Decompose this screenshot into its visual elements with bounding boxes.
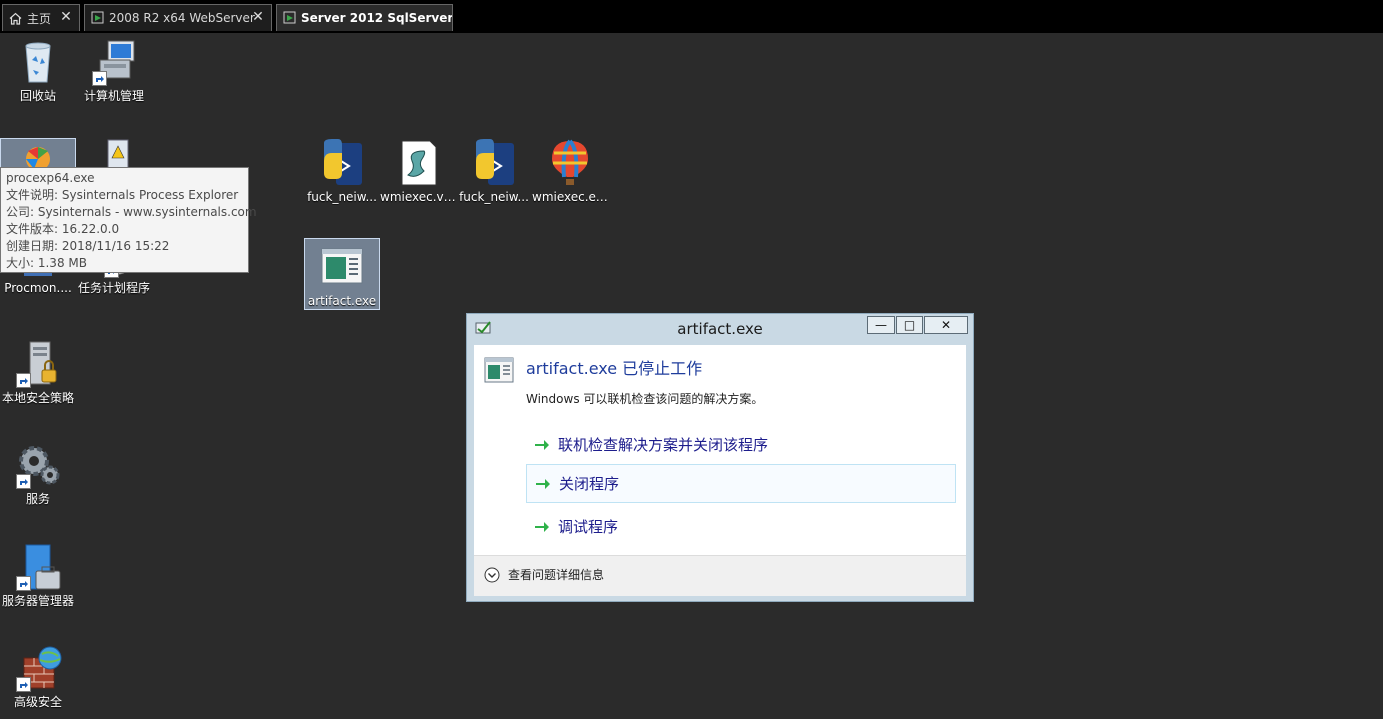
shortcut-arrow-icon bbox=[16, 677, 31, 692]
error-dialog: artifact.exe — □ ✕ artifact.exe 已停止工作 Wi… bbox=[466, 313, 974, 602]
tooltip-filename: procexp64.exe bbox=[6, 171, 95, 185]
server-manager-icon bbox=[14, 543, 62, 591]
firewall-icon bbox=[14, 644, 62, 692]
tooltip-size: 大小: 1.38 MB bbox=[6, 256, 87, 270]
tooltip-created: 创建日期: 2018/11/16 15:22 bbox=[6, 239, 170, 253]
desktop-icon-computer-management[interactable]: 计算机管理 bbox=[76, 38, 152, 104]
tab-webserver[interactable]: 2008 R2 x64 WebServer ✕ bbox=[84, 4, 272, 31]
icon-label: fuck_neiw... bbox=[307, 190, 377, 204]
tab-bar: 主页 ✕ 2008 R2 x64 WebServer ✕ Server 2012… bbox=[0, 0, 1383, 33]
shortcut-arrow-icon bbox=[16, 373, 31, 388]
desktop-icon-services[interactable]: 服务 bbox=[0, 441, 76, 507]
icon-label: 本地安全策略 bbox=[1, 391, 74, 405]
chevron-down-icon bbox=[484, 567, 500, 582]
desktop-icon-wmiexec-exe[interactable]: wmiexec.exe bbox=[532, 139, 608, 205]
desktop-icon-wmiexec-vbs[interactable]: wmiexec.vbs bbox=[380, 139, 456, 205]
tab-label: Server 2012 SqlServer bbox=[301, 11, 452, 25]
desktop-icon-python-2[interactable]: fuck_neiw... bbox=[456, 139, 532, 205]
check-online-and-close-link[interactable]: 联机检查解决方案并关闭该程序 bbox=[526, 425, 956, 464]
dialog-description: Windows 可以联机检查该问题的解决方案。 bbox=[526, 392, 764, 406]
desktop-icon-firewall[interactable]: 高级安全 Windows... bbox=[0, 644, 76, 710]
desktop-icon-server-manager[interactable]: 服务器管理器 bbox=[0, 543, 76, 609]
services-gear-icon bbox=[14, 441, 62, 489]
exe-window-icon bbox=[484, 357, 514, 387]
green-arrow-icon bbox=[536, 478, 550, 489]
green-arrow-icon bbox=[535, 439, 549, 450]
vm-icon bbox=[91, 11, 105, 25]
tab-home[interactable]: 主页 ✕ bbox=[2, 4, 80, 31]
recycle-bin-icon bbox=[14, 38, 62, 86]
local-security-policy-icon bbox=[14, 340, 62, 388]
icon-label: 服务 bbox=[25, 492, 50, 506]
green-arrow-icon bbox=[535, 521, 549, 532]
desktop-icon-artifact-exe[interactable]: artifact.exe bbox=[304, 238, 380, 310]
debug-program-link[interactable]: 调试程序 bbox=[526, 507, 956, 546]
balloon-icon bbox=[546, 139, 594, 187]
icon-label: wmiexec.exe bbox=[532, 190, 608, 204]
python-icon bbox=[470, 139, 518, 187]
tooltip-company: 公司: Sysinternals - www.sysinternals.com bbox=[6, 205, 257, 219]
close-button[interactable]: ✕ bbox=[924, 316, 968, 334]
minimize-button[interactable]: — bbox=[867, 316, 895, 334]
dialog-heading: artifact.exe 已停止工作 bbox=[526, 359, 703, 378]
computer-management-icon bbox=[90, 38, 138, 86]
icon-label: fuck_neiw... bbox=[459, 190, 529, 204]
exe-window-icon bbox=[318, 243, 366, 291]
icon-label: artifact.exe bbox=[307, 294, 377, 308]
tooltip-description: 文件说明: Sysinternals Process Explorer bbox=[6, 188, 239, 202]
command-label: 联机检查解决方案并关闭该程序 bbox=[558, 436, 769, 454]
icon-label: 任务计划程序 bbox=[77, 281, 150, 295]
icon-label: 回收站 bbox=[19, 89, 56, 103]
python-icon bbox=[318, 139, 366, 187]
shortcut-arrow-icon bbox=[16, 576, 31, 591]
minimize-icon: — bbox=[875, 318, 887, 332]
dialog-content: artifact.exe 已停止工作 Windows 可以联机检查该问题的解决方… bbox=[474, 345, 966, 596]
close-program-link[interactable]: 关闭程序 bbox=[526, 464, 956, 503]
tab-label: 2008 R2 x64 WebServer bbox=[109, 11, 255, 25]
shortcut-arrow-icon bbox=[92, 71, 107, 86]
close-icon: ✕ bbox=[940, 318, 952, 332]
icon-label: 计算机管理 bbox=[83, 89, 144, 103]
vm-icon bbox=[283, 11, 297, 25]
command-label: 调试程序 bbox=[558, 518, 619, 536]
dialog-footer: 查看问题详细信息 bbox=[474, 555, 966, 596]
desktop-icon-python-1[interactable]: fuck_neiw... bbox=[304, 139, 380, 205]
view-problem-details[interactable]: 查看问题详细信息 bbox=[484, 566, 604, 583]
icon-label: 高级安全 Windows... bbox=[13, 695, 62, 709]
command-label: 关闭程序 bbox=[559, 475, 620, 493]
maximize-icon: □ bbox=[903, 318, 916, 332]
close-icon[interactable]: ✕ bbox=[59, 10, 73, 24]
maximize-button[interactable]: □ bbox=[896, 316, 923, 334]
vbs-script-icon bbox=[394, 139, 442, 187]
desktop-icon-recycle-bin[interactable]: 回收站 bbox=[0, 38, 76, 104]
icon-label: 服务器管理器 bbox=[1, 594, 74, 608]
tab-sqlserver[interactable]: Server 2012 SqlServer bbox=[276, 4, 453, 31]
home-icon bbox=[9, 11, 23, 25]
shortcut-arrow-icon bbox=[16, 474, 31, 489]
file-info-tooltip: procexp64.exe 文件说明: Sysinternals Process… bbox=[0, 167, 257, 273]
tooltip-version: 文件版本: 16.22.0.0 bbox=[6, 222, 120, 236]
dialog-titlebar[interactable]: artifact.exe — □ ✕ bbox=[467, 314, 973, 344]
icon-label: wmiexec.vbs bbox=[380, 190, 456, 204]
icon-label: Procmon.... bbox=[4, 281, 72, 295]
desktop-icon-local-security-policy[interactable]: 本地安全策略 bbox=[0, 340, 76, 406]
close-icon[interactable]: ✕ bbox=[251, 10, 265, 24]
details-label: 查看问题详细信息 bbox=[508, 568, 605, 582]
